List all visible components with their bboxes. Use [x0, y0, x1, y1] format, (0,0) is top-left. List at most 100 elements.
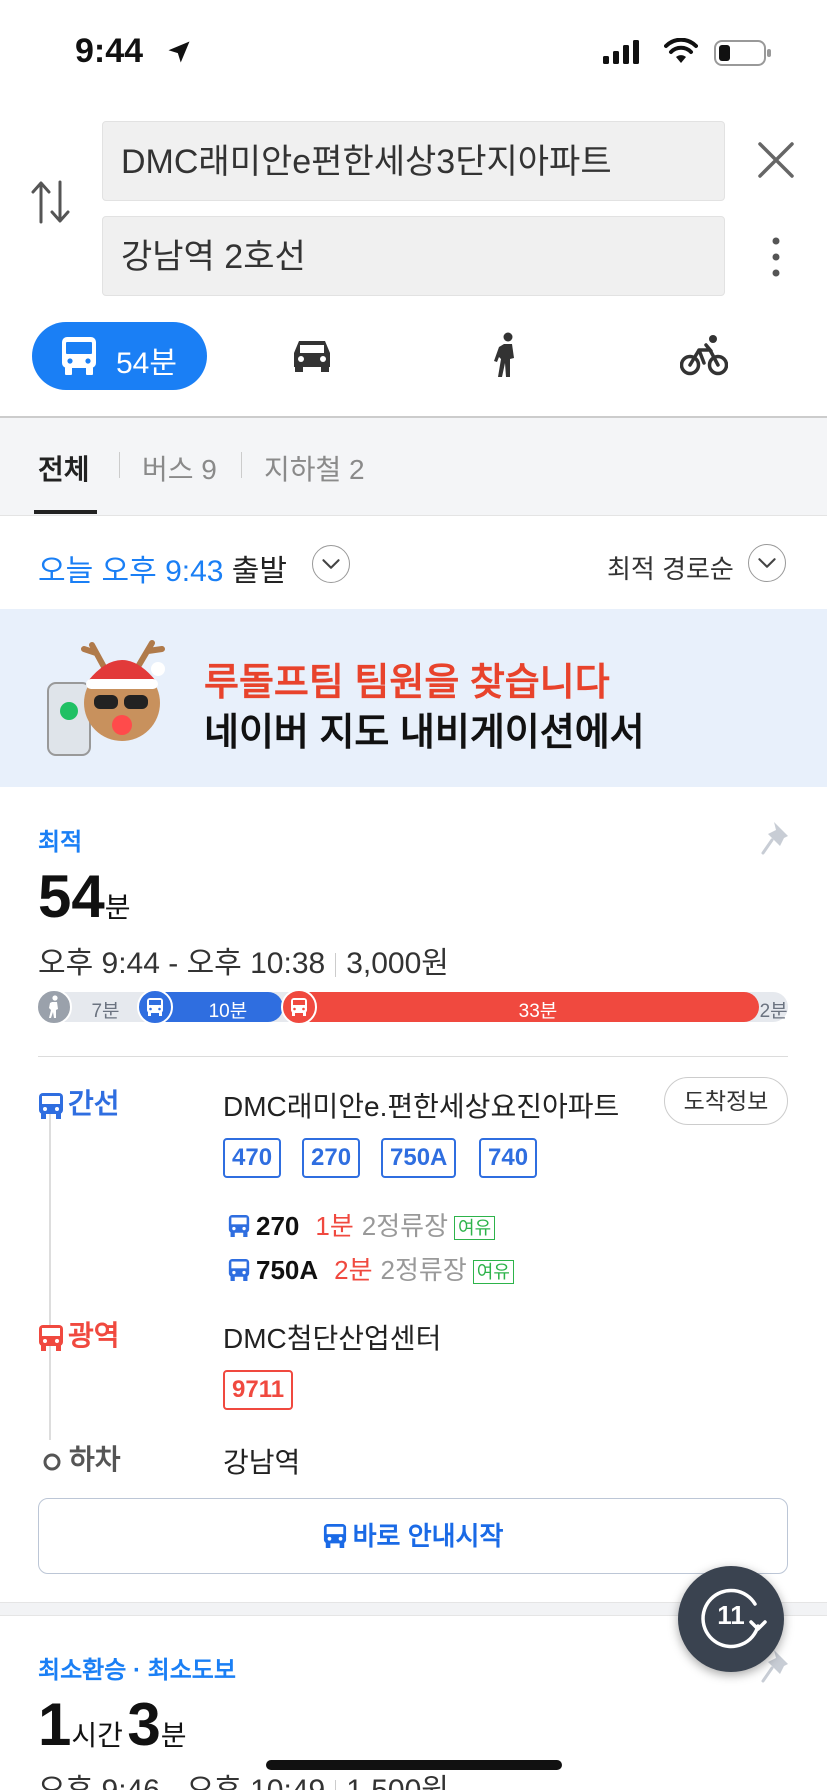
chevron-down-icon[interactable] [748, 544, 786, 582]
departure-time-selector[interactable]: 오늘 오후 9:43 출발 [38, 546, 287, 590]
wifi-icon [664, 38, 698, 63]
route-duration: 1시간 3분 [38, 1690, 187, 1759]
route-segment-bar: 7분 10분 33분 2분 [36, 989, 788, 1025]
sort-selector[interactable]: 최적 경로순 [607, 549, 734, 586]
status-time: 9:44 [75, 32, 144, 70]
arrival-minutes: 1분 [315, 1211, 354, 1241]
bus-arrival-row: 750A 2분 2정류장 여유 [228, 1250, 514, 1287]
bus-number-badge[interactable]: 740 [479, 1138, 538, 1178]
reindeer-mascot-icon [47, 640, 165, 756]
step-alight-label: 하차 [38, 1438, 121, 1478]
fare: 3,000원 [346, 947, 449, 980]
banner-headline: 루돌프팀 팀원을 찾습니다 [204, 662, 610, 704]
bus-number-badge[interactable]: 470 [223, 1138, 282, 1178]
destination-input[interactable]: 강남역 2호선 [102, 216, 725, 296]
more-options-icon[interactable] [768, 236, 784, 278]
alight-dot-icon [43, 1453, 61, 1471]
step-trunk-label: 간선 [38, 1082, 120, 1122]
time-range: 오후 9:44 - 오후 10:38 [38, 947, 326, 980]
battery-icon [714, 40, 771, 66]
trunk-label-text: 간선 [68, 1088, 120, 1119]
car-icon[interactable] [290, 337, 334, 373]
bus-icon [39, 1324, 63, 1351]
route-time-fare: 오후 9:44 - 오후 10:38 3,000원 [38, 938, 449, 982]
bus-number-badge[interactable]: 270 [302, 1138, 361, 1178]
section-divider [38, 1056, 788, 1057]
route-segment-walk: 2분 [759, 992, 788, 1022]
refresh-fab[interactable]: 11 [678, 1566, 784, 1672]
swap-direction-icon[interactable] [30, 178, 72, 226]
tab-bus[interactable]: 버스 9 [142, 448, 217, 488]
cellular-signal-icon [603, 40, 639, 64]
bus-number-badge[interactable]: 9711 [223, 1370, 294, 1410]
banner-subline: 네이버 지도 내비게이션에서 [204, 712, 645, 754]
bus-icon [323, 1524, 346, 1548]
time-range: 오후 9:46 - 오후 10:49 [38, 1774, 325, 1790]
arrival-minutes: 2분 [334, 1255, 373, 1285]
arrival-bus-number: 270 [256, 1211, 300, 1241]
crowding-badge: 여유 [472, 1260, 514, 1285]
tab-separator [119, 452, 120, 478]
bus-icon [228, 1259, 250, 1281]
start-navigation-button[interactable]: 바로 안내시작 [38, 1498, 788, 1574]
bus-number-badge[interactable]: 750A [381, 1138, 457, 1178]
bus-icon [228, 1215, 250, 1237]
crowding-badge: 여유 [454, 1216, 496, 1241]
route-segment-bus-blue: 10분 [136, 989, 284, 1025]
active-tab-indicator [34, 510, 97, 514]
close-icon[interactable] [756, 140, 796, 180]
hours-number: 1 [38, 1691, 72, 1758]
separator [335, 1780, 337, 1790]
home-indicator [266, 1760, 562, 1770]
bus-icon [136, 989, 173, 1025]
segment-duration-label: 33분 [518, 1001, 558, 1022]
filter-tab-bar: 전체 버스 9 지하철 2 [0, 418, 827, 516]
fab-count: 11 [717, 1600, 745, 1630]
bus-arrival-row: 270 1분 2정류장 여유 [228, 1206, 496, 1243]
duration-unit: 분 [104, 892, 131, 923]
hours-unit: 시간 [71, 1720, 123, 1751]
walk-icon [36, 989, 72, 1025]
step-express-label: 광역 [38, 1314, 120, 1354]
transit-duration: 54분 [116, 347, 177, 380]
minutes-number: 3 [127, 1691, 161, 1758]
arrival-bus-number: 750A [256, 1255, 319, 1285]
chevron-down-icon[interactable] [312, 545, 350, 583]
route-tag: 최적 [38, 829, 83, 856]
route-tag: 최소환승 · 최소도보 [38, 1657, 236, 1684]
mode-transit-tab[interactable]: 54분 [32, 322, 207, 390]
location-arrow-icon [168, 41, 190, 63]
route-timeline-line [49, 1105, 51, 1440]
departure-suffix: 출발 [223, 555, 288, 588]
bicycle-icon[interactable] [680, 334, 728, 376]
route-segment-bus-red: 33분 [281, 989, 760, 1025]
separator [335, 953, 337, 978]
trunk-stop-name: DMC래미안e.편한세상요진아파트 [223, 1091, 620, 1122]
duration-number: 54 [38, 863, 105, 930]
alight-label-text: 하차 [69, 1444, 121, 1475]
tab-subway[interactable]: 지하철 2 [264, 448, 365, 488]
alight-stop-name: 강남역 [223, 1447, 301, 1478]
route-duration: 54분 [38, 862, 131, 931]
walk-icon[interactable] [492, 332, 522, 378]
route-segment-walk: 7분 [36, 989, 139, 1025]
fare: 1,500원 [346, 1774, 449, 1790]
tab-separator [241, 452, 242, 478]
bus-icon [39, 1092, 63, 1119]
arrival-info-button[interactable]: 도착정보 [664, 1077, 788, 1125]
minutes-unit: 분 [160, 1720, 187, 1751]
start-navigation-label: 바로 안내시작 [352, 1521, 504, 1551]
express-label-text: 광역 [68, 1320, 120, 1351]
arrival-stops-away: 2정류장 [380, 1255, 467, 1285]
status-bar: 9:44 [0, 0, 827, 100]
promo-banner[interactable]: 루돌프팀 팀원을 찾습니다 네이버 지도 내비게이션에서 [0, 609, 827, 787]
segment-duration-label: 7분 [91, 1001, 120, 1022]
segment-duration-label: 10분 [208, 1001, 248, 1022]
bus-icon [281, 989, 318, 1025]
tab-all[interactable]: 전체 [38, 448, 90, 488]
pin-icon[interactable] [760, 820, 792, 856]
segment-duration-label: 2분 [759, 1001, 788, 1022]
express-stop-name: DMC첨단산업센터 [223, 1323, 442, 1354]
origin-input[interactable]: DMC래미안e편한세상3단지아파트 [102, 121, 725, 201]
departure-time: 오늘 오후 9:43 [38, 555, 224, 588]
